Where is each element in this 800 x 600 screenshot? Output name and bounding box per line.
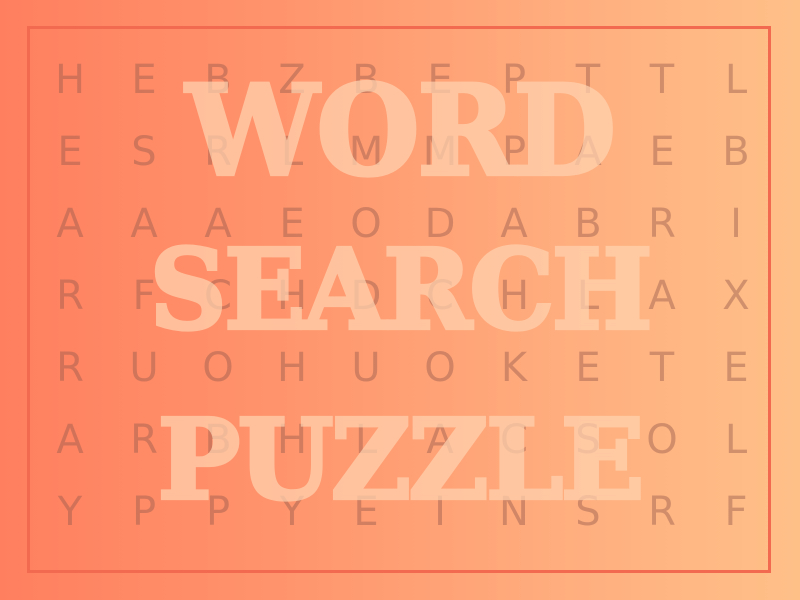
title-word: WORD xyxy=(184,57,618,204)
word-search-cover: HEBZBEPTTLESRLMMPAEBAAAEODABRIRFCHDCHLAX… xyxy=(0,0,800,600)
title-puzzle: PUZZLE xyxy=(156,394,646,525)
title-search: SEARCH xyxy=(148,224,654,355)
title-block: WORD SEARCH PUZZLE xyxy=(0,0,800,600)
